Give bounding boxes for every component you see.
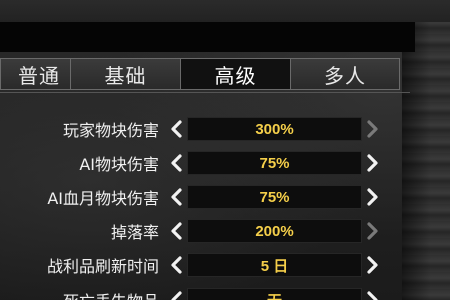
setting-row-ai-block-damage: AI物块伤害 75%	[0, 149, 410, 177]
increase-arrow-icon[interactable]	[362, 217, 384, 245]
setting-value: 5 日	[187, 253, 362, 277]
tab-multiplayer[interactable]: 多人	[290, 58, 400, 90]
decrease-arrow-icon[interactable]	[165, 149, 187, 177]
setting-label: AI血月物块伤害	[47, 189, 159, 208]
settings-panel: 玩家物块伤害 300% AI物块伤害 75% AI血月物块伤害 75% 掉落率 …	[0, 92, 410, 300]
increase-arrow-icon[interactable]	[362, 251, 384, 279]
increase-arrow-icon[interactable]	[362, 115, 384, 143]
tab-advanced[interactable]: 高级	[180, 58, 290, 90]
setting-value: 200%	[187, 219, 362, 243]
decrease-arrow-icon[interactable]	[165, 183, 187, 211]
setting-label: 玩家物块伤害	[62, 121, 159, 140]
game-settings-screen: 普通 基础 高级 多人 玩家物块伤害 300% AI物块伤害 75% AI血月物…	[0, 0, 450, 300]
setting-value: 75%	[187, 151, 362, 175]
setting-row-drop-rate: 掉落率 200%	[0, 217, 410, 245]
setting-row-drop-on-death: 死亡丢失物品 无	[0, 286, 410, 300]
setting-label: AI物块伤害	[79, 155, 159, 174]
increase-arrow-icon[interactable]	[362, 149, 384, 177]
setting-label: 死亡丢失物品	[0, 288, 165, 300]
top-background	[0, 0, 450, 22]
decrease-arrow-icon[interactable]	[165, 217, 187, 245]
setting-row-player-block-damage: 玩家物块伤害 300%	[0, 115, 410, 143]
tab-normal[interactable]: 普通	[0, 58, 70, 90]
setting-value: 300%	[187, 117, 362, 141]
increase-arrow-icon[interactable]	[362, 286, 384, 300]
setting-label: 战利品刷新时间	[46, 257, 159, 276]
decrease-arrow-icon[interactable]	[165, 251, 187, 279]
increase-arrow-icon[interactable]	[362, 183, 384, 211]
setting-value: 75%	[187, 185, 362, 209]
tab-basic[interactable]: 基础	[70, 58, 180, 90]
settings-tabs: 普通 基础 高级 多人	[0, 58, 410, 90]
header-bar	[0, 22, 415, 52]
setting-row-ai-blood-moon-block-damage: AI血月物块伤害 75%	[0, 183, 410, 211]
decrease-arrow-icon[interactable]	[165, 115, 187, 143]
decrease-arrow-icon[interactable]	[165, 286, 187, 300]
setting-value: 无	[187, 288, 362, 300]
setting-label: 掉落率	[110, 223, 159, 242]
setting-row-loot-respawn-time: 战利品刷新时间 5 日	[0, 251, 410, 279]
